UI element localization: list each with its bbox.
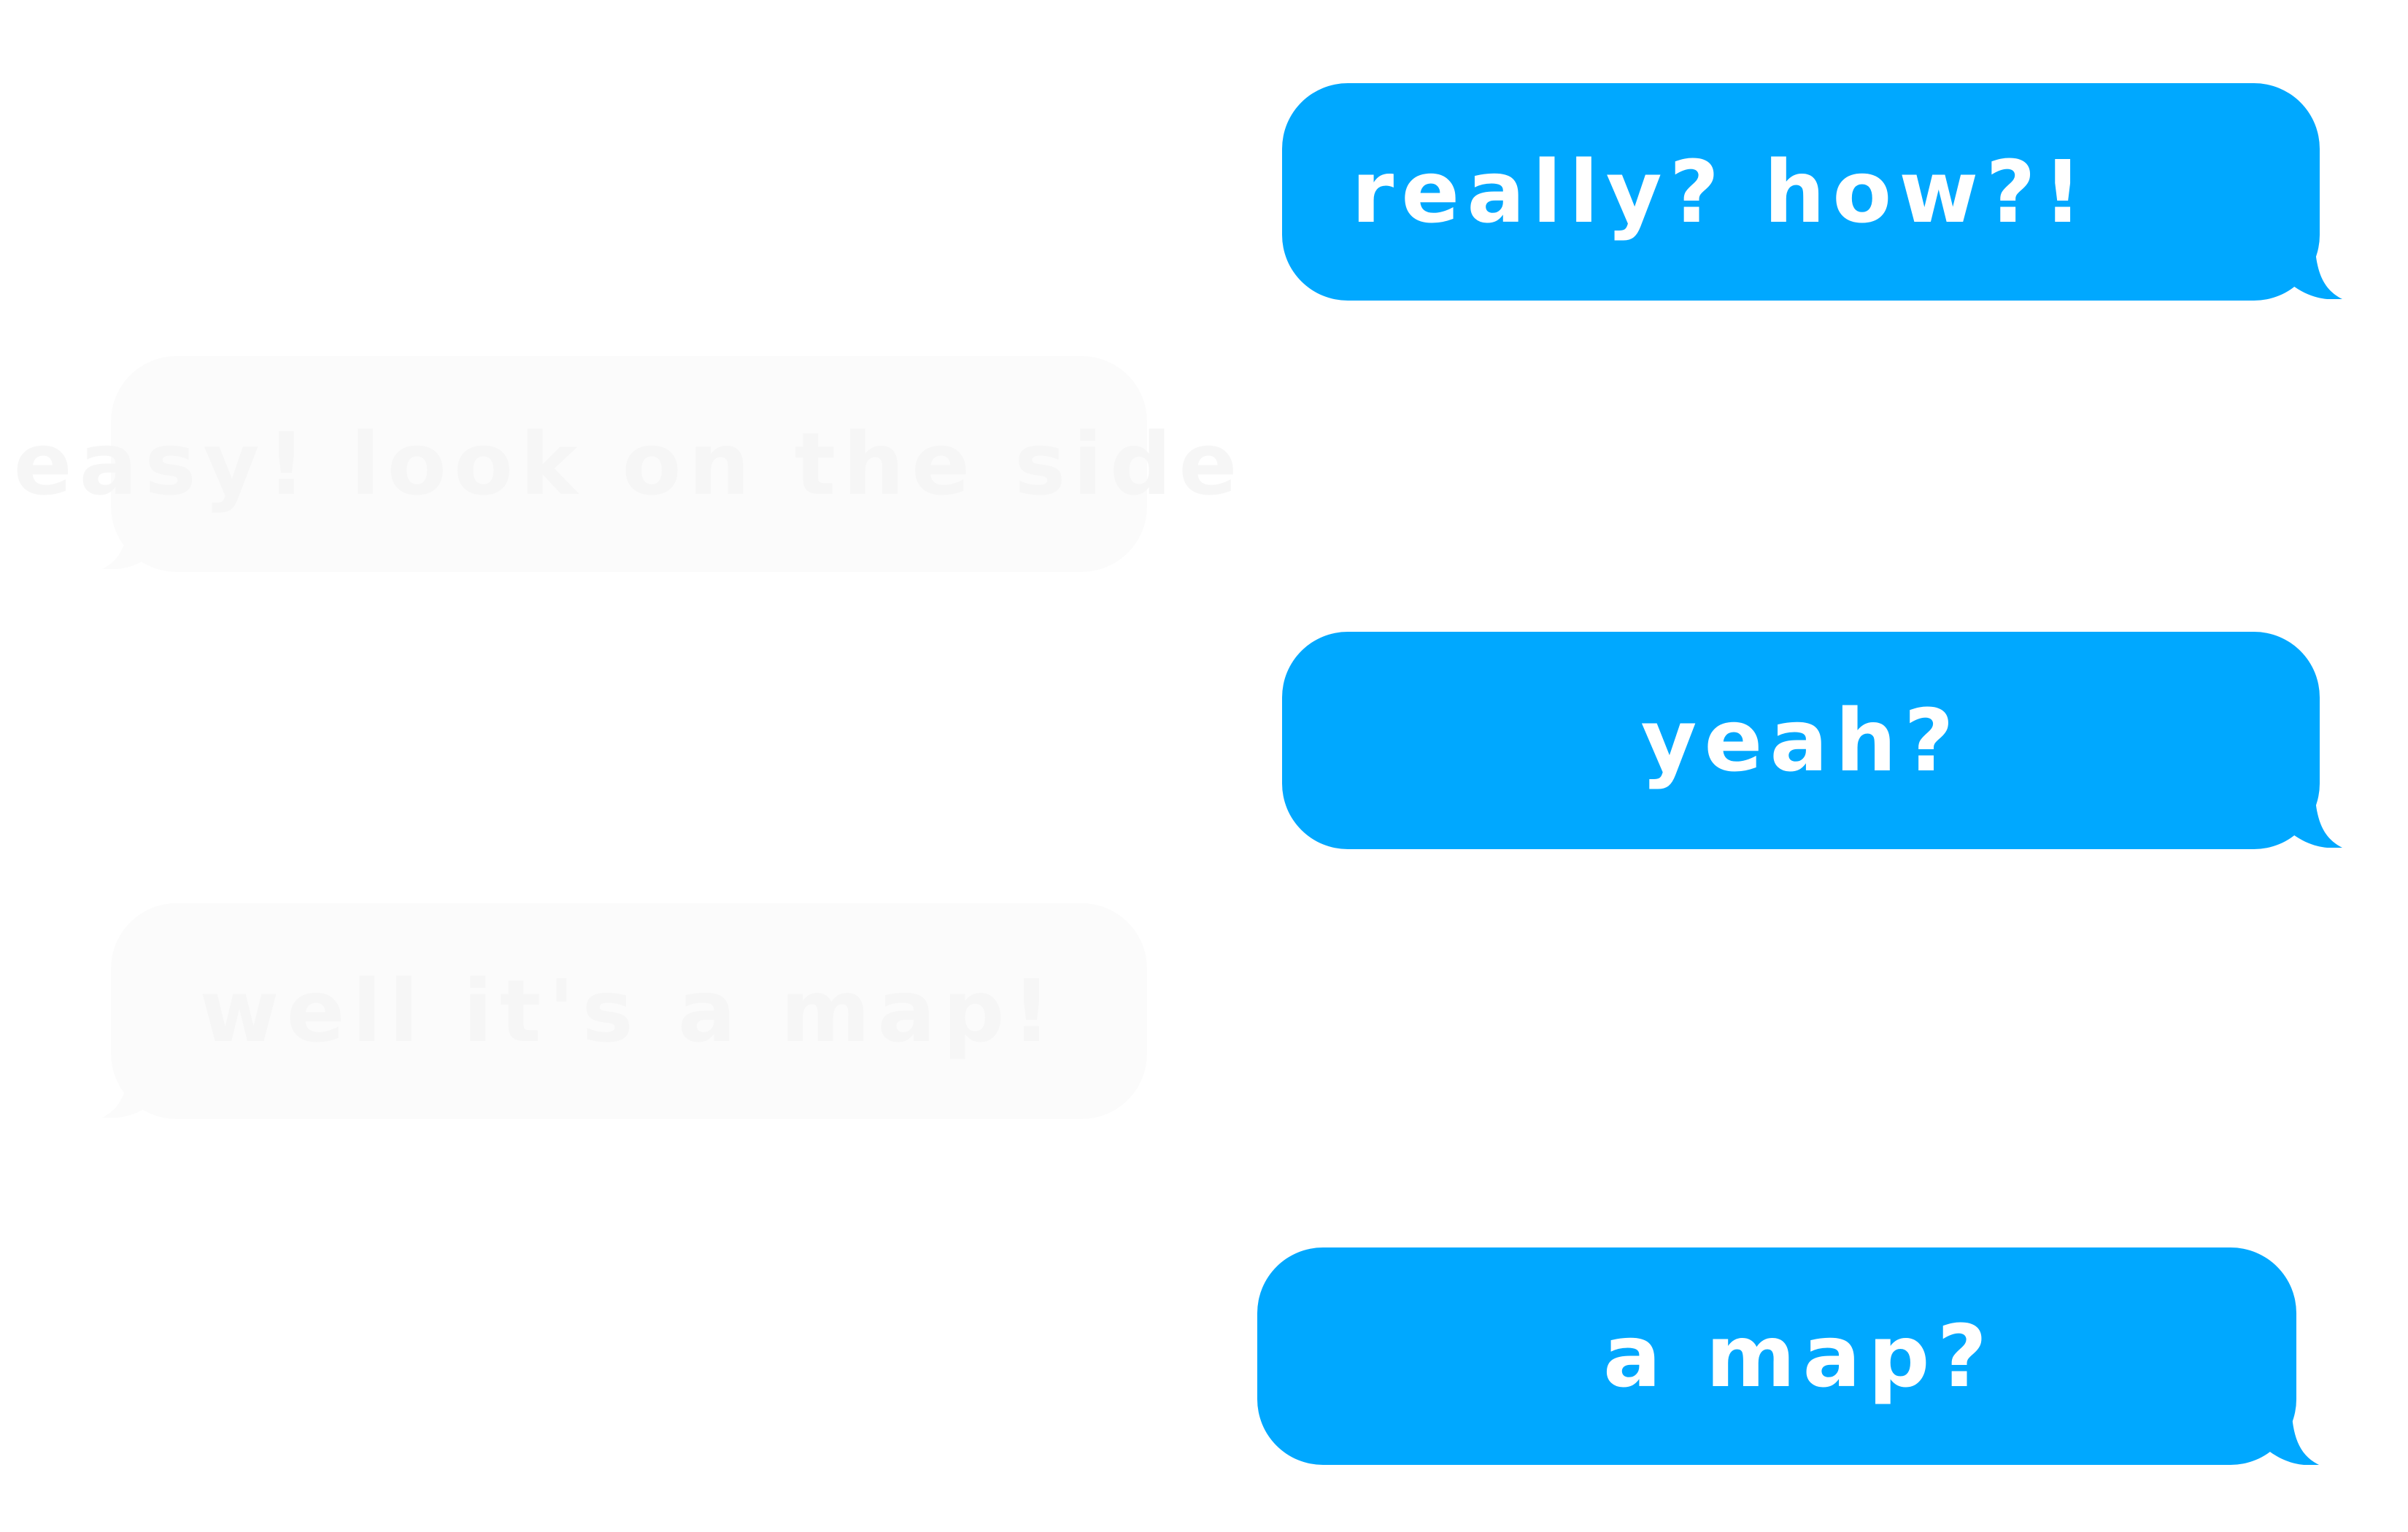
sent-bubble-tail (2284, 241, 2342, 299)
message-text: easy! look on the side (13, 414, 1245, 514)
message-text: well it's a map! (199, 961, 1059, 1061)
received-bubble-tail (102, 511, 161, 569)
message-text: really? how?! (1351, 142, 2090, 242)
received-bubble-tail (102, 1059, 161, 1118)
message-text: a map? (1602, 1306, 1995, 1407)
message-bubble-received[interactable]: well it's a map! (111, 903, 1147, 1119)
sent-bubble-tail (2284, 789, 2342, 848)
message-bubble-sent[interactable]: really? how?! (1282, 83, 2320, 301)
chat-thread: really? how?! easy! look on the side yea… (0, 0, 2408, 1532)
message-bubble-sent[interactable]: a map? (1257, 1247, 2296, 1465)
message-bubble-received[interactable]: easy! look on the side (14, 356, 1237, 572)
message-text: yeah? (1640, 690, 1961, 791)
sent-bubble-tail (2261, 1407, 2319, 1465)
message-bubble-sent[interactable]: yeah? (1282, 632, 2320, 849)
